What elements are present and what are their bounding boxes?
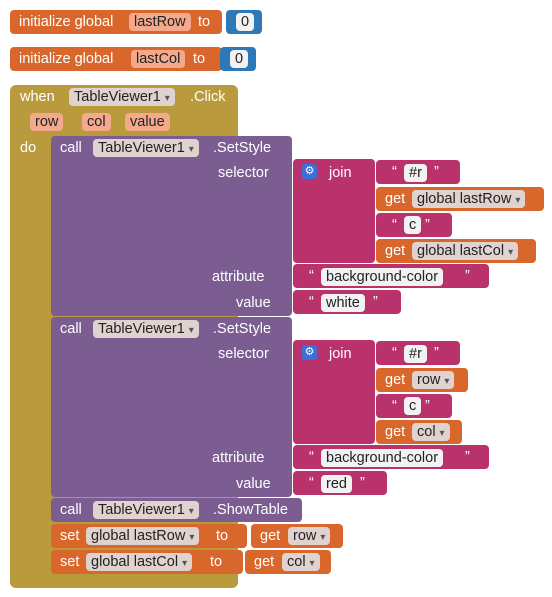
get-label: get: [385, 424, 406, 440]
set-label: set: [60, 528, 80, 544]
setstyle-block-2[interactable]: [51, 317, 292, 497]
quote-close: ”: [360, 475, 365, 491]
init-var-name-field[interactable]: lastRow: [129, 13, 191, 31]
setstyle-method-label: .SetStyle: [213, 140, 272, 156]
value-label: value: [236, 295, 271, 311]
selector-label: selector: [218, 165, 269, 181]
quote-open: “: [309, 449, 314, 465]
join-label: join: [329, 165, 352, 181]
quote-close: ”: [434, 164, 439, 180]
setstyle-component-dropdown[interactable]: TableViewer1: [93, 139, 199, 157]
quote-open: “: [392, 217, 397, 233]
text-field-attribute[interactable]: background-color: [321, 268, 444, 286]
event-name-label: .Click: [190, 89, 226, 105]
setstyle-block-1[interactable]: [51, 136, 292, 316]
get-label: get: [385, 243, 406, 259]
set-label: set: [60, 554, 80, 570]
value-label: value: [236, 476, 271, 492]
init-to-label: to: [193, 51, 206, 67]
set-to-label: to: [216, 528, 229, 544]
number-field[interactable]: 0: [236, 13, 255, 31]
event-param-col[interactable]: col: [82, 113, 111, 131]
call-label: call: [60, 502, 82, 518]
get-var-dropdown[interactable]: global lastRow: [412, 190, 526, 208]
quote-close: ”: [373, 294, 378, 310]
init-prefix-label: initialize global: [19, 14, 114, 30]
get-var-dropdown[interactable]: col: [412, 423, 450, 441]
selector-label: selector: [218, 346, 269, 362]
quote-close: ”: [434, 345, 439, 361]
get-label: get: [385, 372, 406, 388]
quote-open: “: [309, 475, 314, 491]
text-field-value[interactable]: white: [321, 294, 365, 312]
init-var-name-field[interactable]: lastCol: [131, 50, 186, 68]
get-label: get: [385, 191, 406, 207]
text-field-attribute[interactable]: background-color: [321, 449, 444, 467]
quote-open: “: [392, 345, 397, 361]
quote-close: ”: [425, 217, 430, 233]
event-param-row[interactable]: row: [30, 113, 64, 131]
init-prefix-label: initialize global: [19, 51, 114, 67]
event-do-label: do: [20, 140, 37, 156]
call-label: call: [60, 140, 82, 156]
init-to-label: to: [198, 14, 211, 30]
event-param-value[interactable]: value: [125, 113, 170, 131]
quote-close: ”: [425, 398, 430, 414]
attribute-label: attribute: [212, 450, 265, 466]
get-var-dropdown[interactable]: global lastCol: [412, 242, 519, 260]
showtable-method-label: .ShowTable: [213, 502, 288, 518]
text-field-value[interactable]: red: [321, 475, 352, 493]
quote-open: “: [309, 268, 314, 284]
quote-open: “: [392, 164, 397, 180]
set-to-label: to: [210, 554, 223, 570]
quote-open: “: [309, 294, 314, 310]
setstyle-method-label: .SetStyle: [213, 321, 272, 337]
text-field-hash-r[interactable]: #r: [404, 345, 427, 363]
text-field-hash-r[interactable]: #r: [404, 164, 427, 182]
set-var-dropdown[interactable]: global lastCol: [86, 553, 193, 571]
quote-close: ”: [465, 449, 470, 465]
mutator-gear-icon[interactable]: ⚙: [302, 164, 317, 179]
get-var-dropdown[interactable]: row: [288, 527, 331, 545]
quote-open: “: [392, 398, 397, 414]
showtable-component-dropdown[interactable]: TableViewer1: [93, 501, 199, 519]
text-field-c[interactable]: c: [404, 216, 422, 234]
mutator-gear-icon[interactable]: ⚙: [302, 345, 317, 360]
setstyle-component-dropdown[interactable]: TableViewer1: [93, 320, 199, 338]
set-var-dropdown[interactable]: global lastRow: [86, 527, 200, 545]
get-var-dropdown[interactable]: row: [412, 371, 455, 389]
get-var-dropdown[interactable]: col: [282, 553, 320, 571]
get-label: get: [260, 528, 281, 544]
attribute-label: attribute: [212, 269, 265, 285]
quote-close: ”: [465, 268, 470, 284]
text-field-c[interactable]: c: [404, 397, 422, 415]
event-when-label: when: [20, 89, 55, 105]
event-component-dropdown[interactable]: TableViewer1: [69, 88, 175, 106]
call-label: call: [60, 321, 82, 337]
join-label: join: [329, 346, 352, 362]
number-field[interactable]: 0: [230, 50, 249, 68]
get-label: get: [254, 554, 275, 570]
